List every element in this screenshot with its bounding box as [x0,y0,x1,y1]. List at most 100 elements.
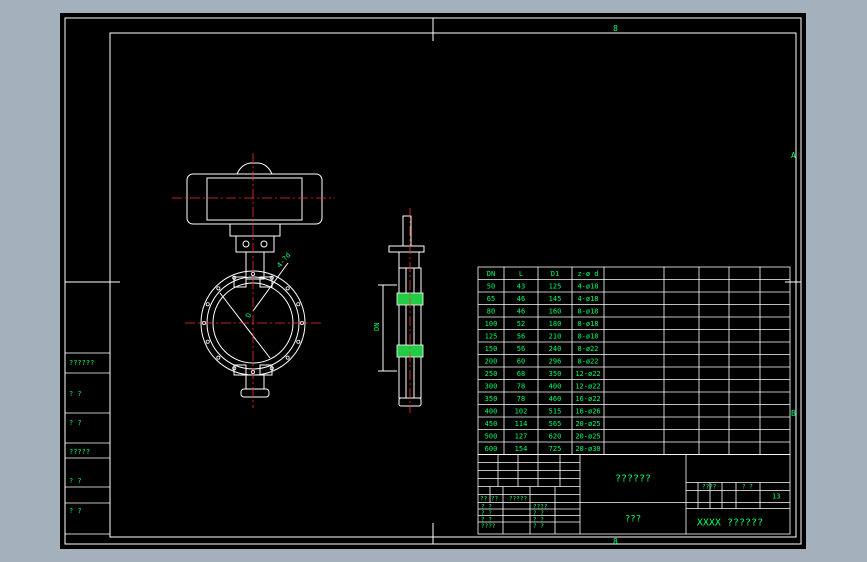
size-table-cell: 20-ø25 [575,420,600,428]
zone-mark-right-b: B [791,409,796,418]
left-strip-label: ?????? [69,359,94,367]
size-table-cell: 60 [517,358,525,366]
size-table-cell: 8-ø22 [577,345,598,353]
bottom-stub [245,374,265,390]
drawing-frame [64,17,802,545]
size-table-cell: 125 [485,333,498,341]
drawing-canvas: 8 8 A B ??????? ?? ??????? ?? ? 4-?d D D… [60,13,806,549]
size-table-cell: 102 [515,408,528,416]
bottom-cap [240,388,270,398]
size-table-cell: 50 [487,283,495,291]
size-table-cell: 12-ø22 [575,383,600,391]
size-table-cell: 515 [549,408,562,416]
title-block: ?? ???????? ?? ?? ?????????? ?? ?? ?????… [477,454,791,535]
size-table-cell: 500 [485,433,498,441]
valve-side-view: DN [373,208,425,413]
revision-label: ?? ?? [480,496,498,503]
stem-dimension-label: 4-?d [275,251,292,269]
dn-dimension-label: DN [373,323,381,331]
bolt-hole [216,355,221,360]
size-table-cell: 450 [485,420,498,428]
size-table-cell: 210 [549,333,562,341]
size-table-cell: 46 [517,308,525,316]
size-table-cell: 127 [515,433,528,441]
material-label: ??? [625,515,641,525]
sheet-label: ? ? [742,484,753,491]
zone-marks: 8 8 A B [613,24,796,546]
scale-value: 13 [772,493,780,501]
actuator-top-cap [236,162,273,175]
left-strip-label: ? ? [69,390,82,398]
size-table-cell: 600 [485,445,498,453]
left-strip-label: ? ? [69,477,82,485]
bracket [229,223,281,237]
size-table-cell: 43 [517,283,525,291]
company-name: XXXX ?????? [697,518,763,529]
bolt-2 [260,240,268,248]
bolt-hole [296,339,301,344]
size-table-header: DN [487,270,495,278]
size-table-cell: 150 [485,345,498,353]
valve-neck [245,251,265,280]
size-table-cell: 4-ø18 [577,283,598,291]
size-table-cell: 16-ø22 [575,395,600,403]
size-table-header: L [519,270,523,278]
size-table-cell: 300 [485,383,498,391]
size-table-cell: 16-ø26 [575,408,600,416]
size-table-cell: 52 [517,320,525,328]
zone-mark-bottom: 8 [613,537,618,546]
zone-mark-top: 8 [613,24,618,33]
left-strip-label: ? ? [69,419,82,427]
size-table-cell: 460 [549,395,562,403]
section-diagonal [219,292,271,359]
zone-mark-right-a: A [791,151,796,160]
left-strip-label: ????? [69,448,90,456]
size-table-cell: 80 [487,308,495,316]
size-table-cell: 125 [549,283,562,291]
size-table-cell: 8-ø18 [577,308,598,316]
size-table-cell: 240 [549,345,562,353]
valve-front-view: 4-?d D [172,153,335,408]
outer-frame [64,17,802,545]
size-table-cell: 180 [549,320,562,328]
scale-label: ???? [702,484,717,491]
size-table-cell: 160 [549,308,562,316]
bolt-hole [285,355,290,360]
drawing-name: ?????? [615,474,651,485]
bolt-hole [216,286,221,291]
size-table-cell: 56 [517,333,525,341]
mounting-plate [235,235,275,253]
size-table-cell: 250 [485,370,498,378]
signature-label: ???? [481,523,496,530]
left-strip-label: ? ? [69,507,82,515]
size-table-cell: 56 [517,345,525,353]
diameter-label: D [244,312,253,319]
size-table-cell: 620 [549,433,562,441]
size-table-cell: 154 [515,445,528,453]
size-table-cell: 725 [549,445,562,453]
bolt-1 [242,240,250,248]
size-table-cell: 296 [549,358,562,366]
neck-side [398,251,420,269]
left-strip: ?????? ? ? ? ?????? ? ? ? ? [64,352,111,535]
cad-drawing: 8 8 A B ??????? ?? ??????? ?? ? 4-?d D D… [64,17,802,546]
bolt-hole [205,302,210,307]
actuator-inner [206,177,303,221]
size-table-cell: 400 [485,408,498,416]
size-table-cell: 12-ø22 [575,370,600,378]
size-table-cell: 78 [517,395,525,403]
size-table: DN L D1 z-ø d 50 43 125 4-ø18 65 46 145 4-ø18 80 46 16… [477,266,791,455]
bolt-hole [296,302,301,307]
size-table-cell: 4-ø18 [577,295,598,303]
leader-line [252,262,289,312]
size-table-cell: 565 [549,420,562,428]
size-table-cell: 8-ø22 [577,358,598,366]
size-table-cell: 46 [517,295,525,303]
size-table-cell: 200 [485,358,498,366]
bolt-hole [205,339,210,344]
size-table-cell: 78 [517,383,525,391]
size-table-cell: 65 [487,295,495,303]
size-table-cell: 8-ø18 [577,320,598,328]
size-table-cell: 350 [549,370,562,378]
size-table-cell: 100 [485,320,498,328]
